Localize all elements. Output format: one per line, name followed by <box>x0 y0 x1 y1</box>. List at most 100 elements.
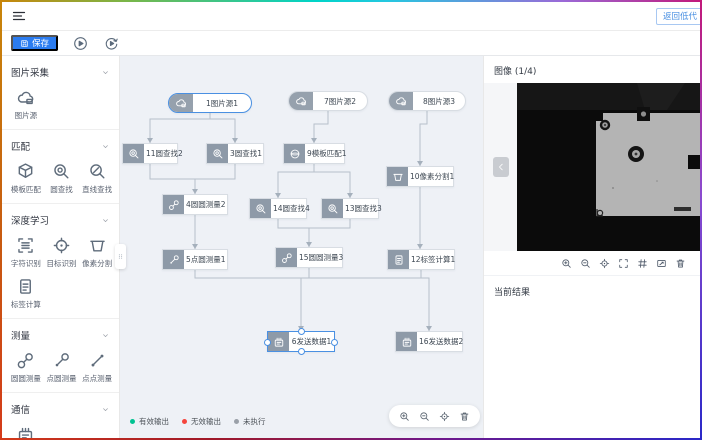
segment-icon <box>392 171 404 183</box>
sidebar-collapse-handle[interactable] <box>115 244 126 269</box>
locate-button[interactable] <box>599 258 610 269</box>
sidebar-section: 通信 <box>2 393 119 438</box>
sidebar-item-measure-pp[interactable]: 点点测量 <box>79 351 115 384</box>
locate-button[interactable] <box>439 411 450 422</box>
sidebar-item-label: 图片源 <box>15 110 38 121</box>
node-label: 5点圆测量1 <box>184 250 228 269</box>
flow-node-n14[interactable]: 14圆查找4 <box>249 198 307 219</box>
legend-dot <box>234 419 239 424</box>
step-run-button[interactable] <box>103 35 120 52</box>
zoom-in-button[interactable] <box>561 258 572 269</box>
sidebar-item-cube[interactable]: 模板匹配 <box>8 162 44 195</box>
cloud-icon <box>169 94 193 112</box>
flow-canvas[interactable]: 1图片源1 7图片源2 8图片源3 11圆查找2 3圆查找1 9模板匹配1 10像素分割1 4… <box>120 56 483 438</box>
previous-image-button[interactable] <box>493 157 509 177</box>
zoom-in-icon <box>399 411 410 422</box>
sphere-icon <box>289 148 301 160</box>
image-toolbar <box>484 251 700 276</box>
save-button[interactable]: 保存 <box>11 35 58 51</box>
connection-handle[interactable] <box>331 339 338 346</box>
sidebar-section-header[interactable]: 深度学习 <box>2 210 119 232</box>
sidebar-section-header[interactable]: 通信 <box>2 399 119 421</box>
flow-node-n6[interactable]: 6发送数据1 <box>267 331 335 352</box>
flow-node-n5[interactable]: 5点圆测量1 <box>162 249 228 270</box>
sidebar-section-header[interactable]: 测量 <box>2 325 119 347</box>
flow-node-n15[interactable]: 15圆圆测量3 <box>275 247 343 268</box>
sidebar-item-cloud[interactable]: 图片源 <box>8 88 44 121</box>
save-icon <box>20 39 29 48</box>
node-label: 4圆圆测量2 <box>184 195 228 214</box>
flow-node-n1[interactable]: 1图片源1 <box>168 93 252 113</box>
measure-pc-icon <box>163 250 184 269</box>
preview-image[interactable] <box>517 83 700 251</box>
sidebar-item-label: 目标识别 <box>46 258 76 269</box>
sidebar-items: 图片源 <box>2 84 119 121</box>
toolbar: 保存 <box>2 31 700 56</box>
sidebar-section-header[interactable]: 匹配 <box>2 136 119 158</box>
menu-icon[interactable] <box>11 8 27 24</box>
sidebar-item-measure-pc[interactable]: 点圆测量 <box>44 351 80 384</box>
fullscreen-button[interactable] <box>618 258 629 269</box>
circle-find-icon <box>327 203 339 215</box>
connection-handle[interactable] <box>264 339 271 346</box>
doc-icon <box>388 250 409 269</box>
fit-button[interactable] <box>656 258 667 269</box>
sidebar-item-segment[interactable]: 像素分割 <box>79 236 115 269</box>
flow-node-n7[interactable]: 7图片源2 <box>288 91 368 111</box>
sidebar-item-device[interactable] <box>8 425 44 438</box>
flow-edge <box>314 172 350 198</box>
sidebar-item-circle-find[interactable]: 圆查找 <box>44 162 80 195</box>
zoom-out-icon <box>419 411 430 422</box>
node-label: 14圆查找4 <box>271 199 312 218</box>
app-window: 返回低代 保存 图片采集图片源匹配模板匹配圆查找直线查找深度学习字符识别目标识别… <box>0 0 702 440</box>
flow-node-n3[interactable]: 3圆查找1 <box>206 143 264 164</box>
flow-node-n10[interactable]: 10像素分割1 <box>386 166 454 187</box>
trash-button[interactable] <box>675 258 686 269</box>
flow-node-n11[interactable]: 11圆查找2 <box>122 143 178 164</box>
top-bar: 返回低代 <box>2 2 700 31</box>
window-border-top <box>0 0 702 2</box>
sidebar-section-title: 深度学习 <box>11 213 49 227</box>
sidebar-item-label: 点圆测量 <box>46 373 76 384</box>
flow-edge <box>195 270 429 331</box>
flow-edge <box>309 219 350 228</box>
node-label: 16发送数据2 <box>417 332 465 351</box>
measure-cc-icon <box>163 195 184 214</box>
sidebar-item-measure-cc[interactable]: 圆圆测量 <box>8 351 44 384</box>
flow-node-n13[interactable]: 13圆查找3 <box>321 198 379 219</box>
chevron-down-icon <box>101 405 110 414</box>
sidebar-item-target[interactable]: 目标识别 <box>44 236 80 269</box>
run-button[interactable] <box>72 35 89 52</box>
flow-node-n16[interactable]: 16发送数据2 <box>395 331 463 352</box>
circle-find-icon <box>207 144 228 163</box>
sidebar-item-ocr[interactable]: 字符识别 <box>8 236 44 269</box>
back-to-lowcode-button[interactable]: 返回低代 <box>656 8 702 25</box>
sidebar-section-header[interactable]: 图片采集 <box>2 62 119 84</box>
cloud-icon <box>289 92 313 110</box>
sidebar-items: 圆圆测量点圆测量点点测量 <box>2 347 119 384</box>
zoom-out-button[interactable] <box>419 411 430 422</box>
flow-node-n8[interactable]: 8图片源3 <box>388 91 466 111</box>
zoom-out-button[interactable] <box>580 258 591 269</box>
legend-label: 有效输出 <box>139 416 169 427</box>
cloud-icon <box>389 92 413 110</box>
image-nav-strip <box>484 83 517 251</box>
flow-edge <box>278 219 309 247</box>
node-label: 9模板匹配1 <box>305 144 349 163</box>
flow-node-n12[interactable]: 12标签计算1 <box>387 249 455 270</box>
trash-button[interactable] <box>459 411 470 422</box>
grid-icon <box>637 258 648 269</box>
zoom-in-button[interactable] <box>399 411 410 422</box>
sidebar-item-label: 圆查找 <box>50 184 73 195</box>
cloud-icon <box>16 88 35 107</box>
grid-button[interactable] <box>637 258 648 269</box>
sidebar-sections: 图片采集图片源匹配模板匹配圆查找直线查找深度学习字符识别目标识别像素分割标签计算… <box>2 56 119 438</box>
connection-handle[interactable] <box>298 328 305 335</box>
save-button-label: 保存 <box>32 37 49 49</box>
flow-node-n9[interactable]: 9模板匹配1 <box>283 143 345 164</box>
connection-handle[interactable] <box>298 348 305 355</box>
flow-node-n4[interactable]: 4圆圆测量2 <box>162 194 228 215</box>
device-icon <box>16 425 35 438</box>
sidebar-item-doc[interactable]: 标签计算 <box>8 277 44 310</box>
sidebar-item-line-find[interactable]: 直线查找 <box>79 162 115 195</box>
